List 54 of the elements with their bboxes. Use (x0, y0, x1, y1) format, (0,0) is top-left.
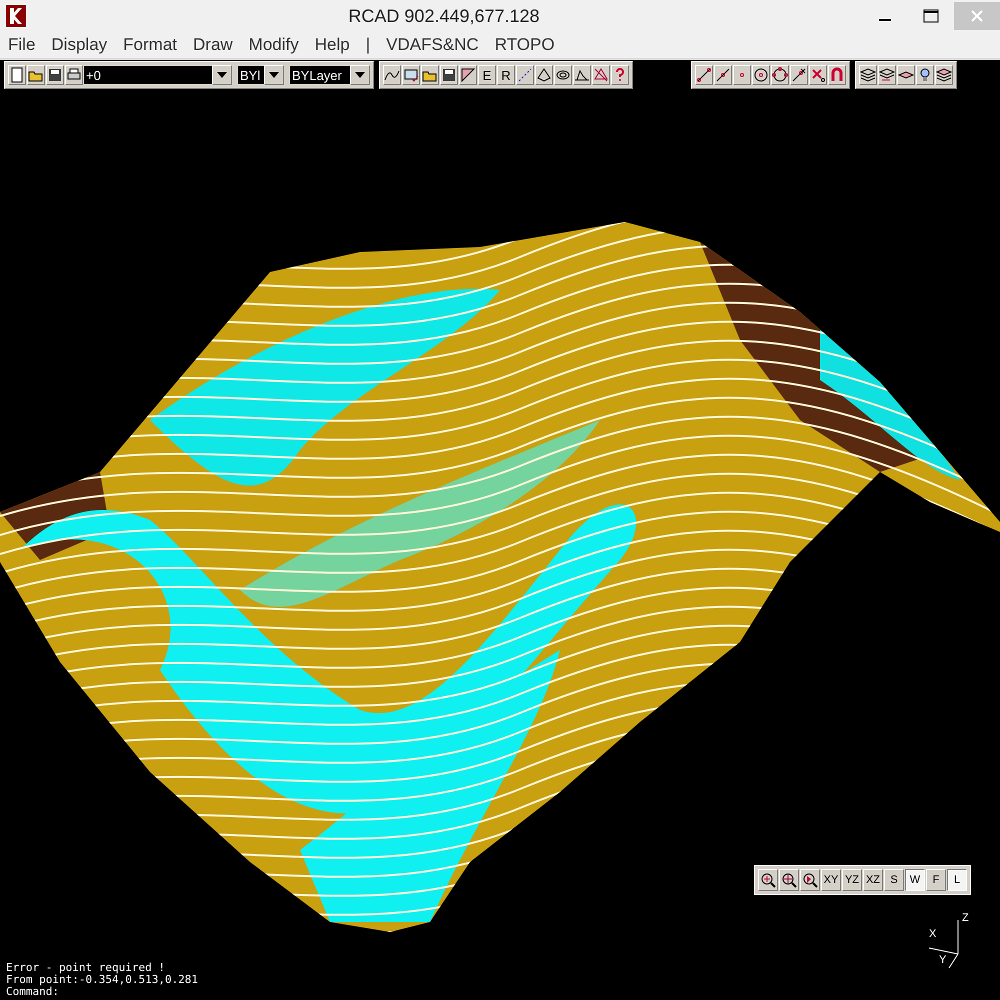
axis-label: Z (962, 912, 969, 924)
view-button[interactable]: F (926, 869, 946, 891)
zoom-extents-icon[interactable] (779, 869, 799, 891)
layers-icon[interactable] (859, 65, 877, 85)
menu-item[interactable]: RTOPO (494, 35, 555, 55)
menu-item[interactable]: Display (51, 35, 108, 55)
menu-item[interactable]: Draw (193, 35, 233, 55)
magnet-icon[interactable] (828, 65, 846, 85)
folder-icon[interactable] (421, 65, 439, 85)
view-button[interactable]: S (884, 869, 904, 891)
command-line-text: From point:-0.354,0.513,0.281 (6, 974, 198, 986)
menu-item[interactable]: VDAFS&NC (386, 35, 479, 55)
line-point-icon[interactable] (790, 65, 808, 85)
circle-center-icon[interactable] (752, 65, 770, 85)
menu-item[interactable]: Format (123, 35, 177, 55)
line-midpoint-icon[interactable] (714, 65, 732, 85)
light-bulb-icon[interactable] (916, 65, 934, 85)
color-dropdown[interactable]: BYl (238, 66, 264, 84)
zoom-window-icon[interactable] (758, 869, 778, 891)
folder-icon[interactable] (27, 65, 45, 85)
view-button[interactable]: XY (821, 869, 841, 891)
menu-item[interactable]: Modify (248, 35, 299, 55)
menu-item[interactable]: File (8, 35, 36, 55)
view-button[interactable]: W (905, 869, 925, 891)
tool-button[interactable]: E (478, 65, 496, 85)
new-file-icon[interactable] (8, 65, 26, 85)
axis-label: X (929, 928, 936, 940)
layer-plane-icon[interactable] (897, 65, 915, 85)
command-line-text: Command: (6, 986, 59, 998)
profile-icon[interactable] (573, 65, 591, 85)
command-line-text: Error - point required ! (6, 962, 166, 974)
view-button[interactable]: YZ (842, 869, 862, 891)
help-icon[interactable] (611, 65, 629, 85)
tool-button[interactable]: R (497, 65, 515, 85)
wireframe-icon[interactable] (535, 65, 553, 85)
view-button[interactable]: XZ (863, 869, 883, 891)
point-icon[interactable] (733, 65, 751, 85)
line-endpoints-icon[interactable] (695, 65, 713, 85)
app-logo-icon (6, 5, 26, 27)
curve-icon[interactable] (383, 65, 401, 85)
view-button[interactable]: L (947, 869, 967, 891)
layer-dropdown[interactable]: +0 (84, 66, 212, 84)
window-check-icon[interactable] (402, 65, 420, 85)
layers-stack-icon[interactable] (935, 65, 953, 85)
cross-icon[interactable] (809, 65, 827, 85)
menu-item[interactable]: Help (314, 35, 350, 55)
axis-label: Y (939, 954, 946, 966)
linetype-dropdown[interactable]: BYLayer (290, 66, 350, 84)
printer-icon[interactable] (65, 65, 83, 85)
circle-quadrants-icon[interactable] (771, 65, 789, 85)
menu-item[interactable]: | (366, 35, 370, 55)
window-title: RCAD 902.449,677.128 (347, 6, 541, 26)
crossed-shape-icon[interactable] (592, 65, 610, 85)
zoom-previous-icon[interactable] (800, 869, 820, 891)
